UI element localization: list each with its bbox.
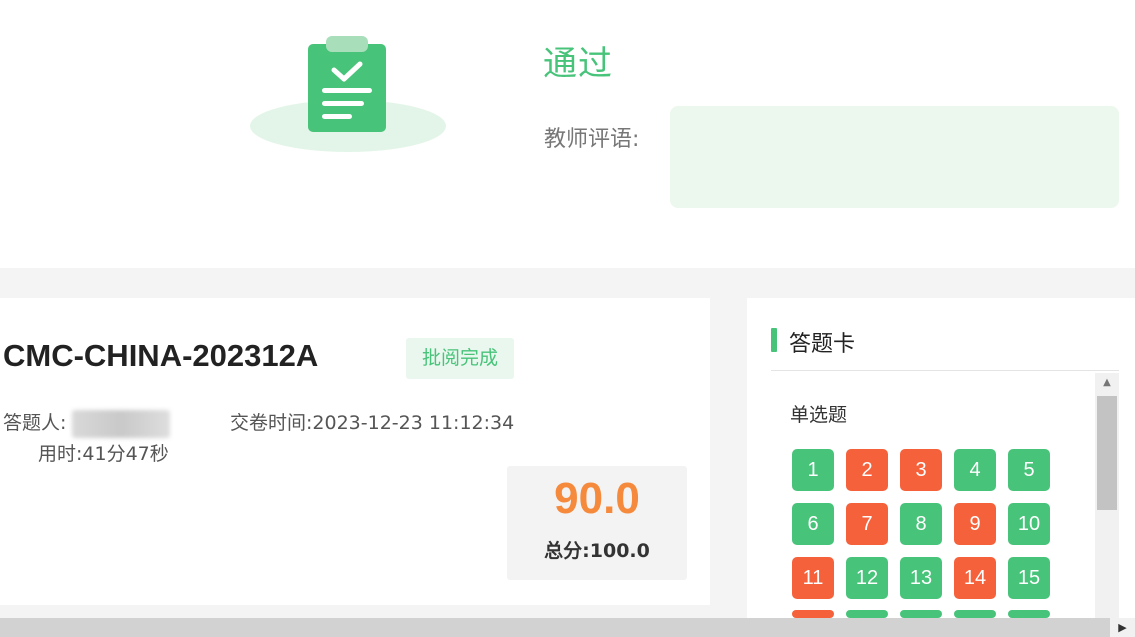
submit-time-label: 交卷时间: xyxy=(230,412,313,434)
question-button-partial[interactable] xyxy=(900,610,942,618)
triangle-right-icon[interactable]: ▶ xyxy=(1110,618,1135,637)
respondent-label: 答题人: xyxy=(3,412,67,434)
teacher-comment-box xyxy=(670,106,1119,208)
answer-card-divider xyxy=(771,370,1119,371)
submit-time-value: 2023-12-23 11:12:34 xyxy=(312,412,515,434)
total-score: 总分:100.0 xyxy=(507,536,687,563)
answer-card-accent-bar xyxy=(771,328,777,352)
section-divider xyxy=(0,268,1135,298)
question-button-10[interactable]: 10 xyxy=(1008,503,1050,545)
scrollbar-thumb[interactable] xyxy=(1097,396,1117,510)
teacher-comment-label: 教师评语: xyxy=(544,127,640,152)
section-label-single-choice: 单选题 xyxy=(790,404,848,426)
question-button-7[interactable]: 7 xyxy=(846,503,888,545)
question-button-15[interactable]: 15 xyxy=(1008,557,1050,599)
respondent-name-redacted xyxy=(72,409,171,438)
question-button-5[interactable]: 5 xyxy=(1008,449,1050,491)
score-box: 90.0 总分:100.0 xyxy=(507,466,687,580)
question-button-partial[interactable] xyxy=(954,610,996,618)
duration-value: 41分47秒 xyxy=(82,443,169,465)
respondent-info: 答题人: xyxy=(3,408,171,438)
question-button-13[interactable]: 13 xyxy=(900,557,942,599)
question-button-14[interactable]: 14 xyxy=(954,557,996,599)
question-button-partial[interactable] xyxy=(1008,610,1050,618)
horizontal-scrollbar[interactable] xyxy=(0,618,1135,637)
question-button-partial[interactable] xyxy=(792,610,834,618)
total-score-label: 总分: xyxy=(544,540,590,562)
question-button-9[interactable]: 9 xyxy=(954,503,996,545)
answer-card-title: 答题卡 xyxy=(789,332,856,357)
question-button-11[interactable]: 11 xyxy=(792,557,834,599)
question-button-2[interactable]: 2 xyxy=(846,449,888,491)
triangle-up-icon[interactable]: ▲ xyxy=(1095,373,1119,393)
question-button-3[interactable]: 3 xyxy=(900,449,942,491)
result-status: 通过 xyxy=(543,44,613,84)
duration-label: 用时: xyxy=(38,443,83,465)
question-button-8[interactable]: 8 xyxy=(900,503,942,545)
duration-info: 用时:41分47秒 xyxy=(38,439,169,466)
status-badge: 批阅完成 xyxy=(406,338,514,379)
question-button-1[interactable]: 1 xyxy=(792,449,834,491)
clipboard-check-icon xyxy=(250,36,446,152)
total-score-value: 100.0 xyxy=(589,540,650,562)
card-bottom-gap xyxy=(0,605,710,618)
question-button-4[interactable]: 4 xyxy=(954,449,996,491)
submit-time-info: 交卷时间:2023-12-23 11:12:34 xyxy=(230,408,514,435)
question-button-partial[interactable] xyxy=(846,610,888,618)
score-value: 90.0 xyxy=(554,474,640,523)
question-button-12[interactable]: 12 xyxy=(846,557,888,599)
exam-title: CMC-CHINA-202312A xyxy=(3,338,319,373)
question-button-6[interactable]: 6 xyxy=(792,503,834,545)
